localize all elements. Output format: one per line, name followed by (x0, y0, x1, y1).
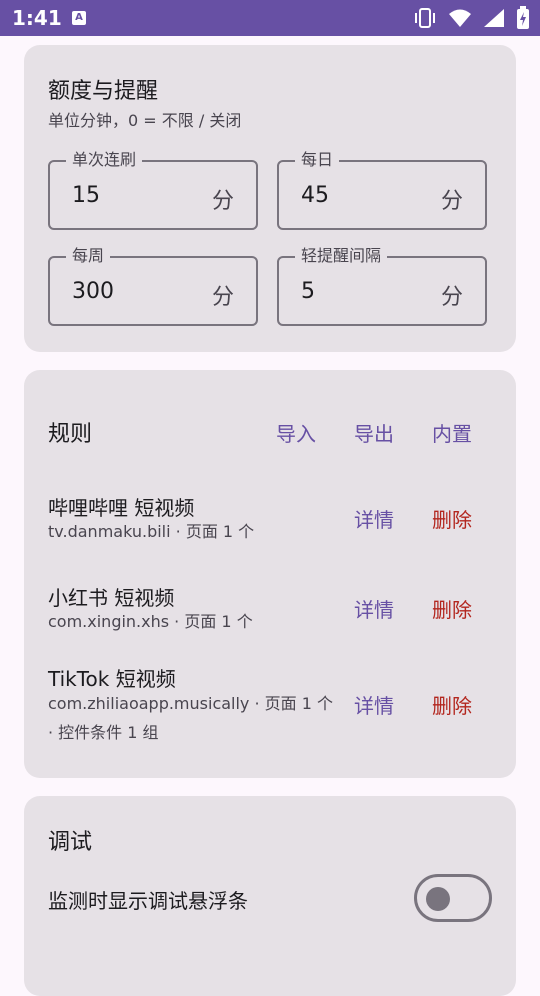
debug-title: 调试 (48, 830, 93, 855)
notification-icon: A (72, 11, 86, 25)
field-label: 每日 (295, 150, 340, 170)
switch-knob (426, 887, 450, 911)
field-value[interactable]: 300 (72, 279, 114, 304)
field-suffix: 分 (440, 189, 463, 214)
quota-card: 额度与提醒 单位分钟，0 = 不限 / 关闭 单次连刷 15 分 每日 45 分… (24, 45, 516, 352)
signal-icon (483, 9, 504, 27)
status-icons (407, 6, 530, 30)
detail-button[interactable]: 详情 (354, 504, 394, 533)
rule-desc: com.zhiliaoapp.musically · 页面 1 个 · 控件条件… (48, 694, 334, 742)
import-button[interactable]: 导入 (276, 418, 316, 447)
field-value[interactable]: 5 (301, 279, 315, 304)
field-suffix: 分 (211, 189, 234, 214)
reminder-interval-field[interactable]: 轻提醒间隔 5 分 (277, 246, 487, 326)
delete-button[interactable]: 删除 (432, 594, 472, 623)
field-value[interactable]: 15 (72, 183, 100, 208)
builtin-button[interactable]: 内置 (432, 418, 472, 447)
single-binge-field[interactable]: 单次连刷 15 分 (48, 150, 258, 230)
debug-card: 调试 监测时显示调试悬浮条 (24, 796, 516, 996)
debug-toggle-label: 监测时显示调试悬浮条 (48, 889, 248, 913)
debug-overlay-switch[interactable] (414, 874, 492, 922)
vibrate-icon (414, 8, 435, 28)
status-time: 1:41 (12, 6, 62, 30)
rule-desc: com.xingin.xhs · 页面 1 个 (48, 612, 253, 631)
quota-title: 额度与提醒 (48, 79, 159, 104)
rules-title: 规则 (48, 422, 93, 447)
detail-button[interactable]: 详情 (354, 690, 394, 719)
field-label: 单次连刷 (66, 150, 143, 170)
field-suffix: 分 (440, 285, 463, 310)
field-label: 每周 (66, 246, 111, 266)
delete-button[interactable]: 删除 (432, 504, 472, 533)
delete-button[interactable]: 删除 (432, 690, 472, 719)
export-button[interactable]: 导出 (354, 418, 394, 447)
wifi-icon (448, 9, 471, 27)
field-suffix: 分 (211, 285, 234, 310)
rule-desc: tv.danmaku.bili · 页面 1 个 (48, 522, 255, 541)
rule-name: TikTok 短视频 (48, 667, 176, 691)
battery-charging-icon (517, 6, 529, 29)
rules-card: 规则 导入 导出 内置 哔哩哔哩 短视频 tv.danmaku.bili · 页… (24, 370, 516, 778)
quota-subtitle: 单位分钟，0 = 不限 / 关闭 (48, 111, 242, 130)
daily-field[interactable]: 每日 45 分 (277, 150, 487, 230)
weekly-field[interactable]: 每周 300 分 (48, 246, 258, 326)
field-value[interactable]: 45 (301, 183, 329, 208)
status-bar: 1:41 A (0, 0, 540, 36)
detail-button[interactable]: 详情 (354, 594, 394, 623)
field-label: 轻提醒间隔 (295, 246, 388, 266)
